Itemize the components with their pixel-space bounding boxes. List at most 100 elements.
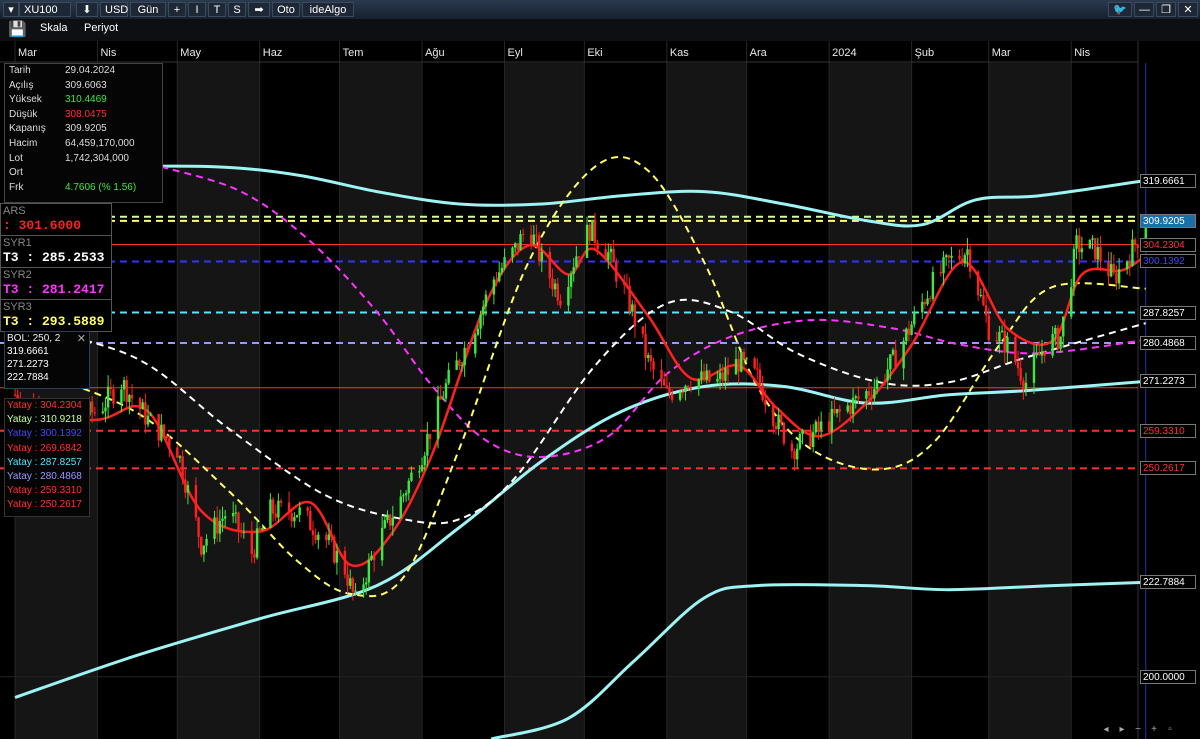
candle-body[interactable] (588, 224, 591, 241)
candle-body[interactable] (516, 243, 520, 251)
candle-body[interactable] (745, 358, 748, 360)
candle-body[interactable] (386, 514, 389, 521)
candle-body[interactable] (569, 273, 573, 287)
candle-body[interactable] (976, 271, 980, 296)
candle-body[interactable] (1136, 244, 1139, 248)
candle-body[interactable] (327, 534, 331, 541)
candle-body[interactable] (753, 358, 756, 369)
candle-body[interactable] (817, 421, 820, 430)
candle-body[interactable] (184, 479, 187, 493)
auto-button[interactable]: Oto (272, 2, 300, 17)
candle-body[interactable] (649, 355, 653, 362)
candle-body[interactable] (407, 480, 410, 494)
arrow-right-icon[interactable]: ➡ (248, 2, 270, 17)
candle-body[interactable] (567, 286, 570, 306)
candle-body[interactable] (889, 354, 892, 370)
candle-body[interactable] (168, 438, 171, 448)
candle-body[interactable] (1014, 336, 1017, 363)
candle-body[interactable] (293, 517, 296, 522)
candle-body[interactable] (1080, 248, 1084, 253)
candle-body[interactable] (404, 493, 408, 496)
candle-body[interactable] (891, 349, 895, 355)
candle-body[interactable] (383, 520, 387, 528)
candle-body[interactable] (700, 371, 703, 380)
candle-body[interactable] (782, 422, 786, 444)
candle-body[interactable] (109, 386, 112, 390)
candle-body[interactable] (796, 448, 799, 460)
candle-body[interactable] (950, 255, 953, 258)
candle-body[interactable] (1072, 248, 1076, 288)
candle-body[interactable] (1032, 355, 1036, 383)
candle-body[interactable] (684, 385, 687, 392)
candle-body[interactable] (966, 249, 969, 256)
candle-body[interactable] (708, 370, 711, 382)
idealgo-button[interactable]: ideAlgo (302, 2, 354, 17)
candle-body[interactable] (277, 500, 280, 518)
candle-body[interactable] (1062, 316, 1065, 337)
candle-body[interactable] (1093, 238, 1097, 260)
candle-body[interactable] (178, 456, 182, 458)
candle-body[interactable] (761, 384, 764, 401)
candle-body[interactable] (633, 304, 637, 327)
candle-body[interactable] (253, 553, 256, 558)
candle-body[interactable] (13, 394, 17, 396)
candle-body[interactable] (205, 538, 208, 546)
candle-body[interactable] (641, 326, 645, 334)
candle-body[interactable] (846, 405, 849, 412)
ars-legend[interactable]: ARS : 301.6000 (0, 203, 112, 236)
candle-body[interactable] (1006, 336, 1009, 353)
candle-body[interactable] (250, 532, 253, 554)
candle-body[interactable] (1059, 336, 1062, 349)
candle-body[interactable] (660, 369, 663, 380)
candle-body[interactable] (670, 393, 674, 400)
candle-body[interactable] (678, 391, 682, 400)
candle-body[interactable] (141, 402, 144, 410)
candle-body[interactable] (702, 371, 706, 381)
candle-body[interactable] (160, 424, 163, 441)
candle-body[interactable] (104, 407, 107, 412)
symbol-selector[interactable]: XU100 (19, 2, 71, 17)
candle-body[interactable] (851, 397, 855, 415)
candle-body[interactable] (535, 234, 538, 236)
candle-body[interactable] (1131, 239, 1134, 266)
candle-body[interactable] (242, 532, 246, 534)
candle-body[interactable] (875, 379, 879, 389)
candle-body[interactable] (157, 414, 160, 441)
candle-body[interactable] (591, 220, 594, 241)
candle-body[interactable] (343, 550, 347, 575)
candle-body[interactable] (287, 502, 291, 513)
candle-body[interactable] (774, 426, 778, 430)
candle-body[interactable] (556, 283, 559, 301)
candle-body[interactable] (724, 368, 727, 381)
candle-body[interactable] (130, 395, 134, 399)
candle-body[interactable] (482, 306, 485, 315)
candle-body[interactable] (444, 383, 448, 399)
candle-body[interactable] (500, 267, 504, 273)
candle-body[interactable] (995, 340, 998, 342)
candle-body[interactable] (905, 328, 908, 342)
candle-body[interactable] (269, 499, 272, 528)
candle-body[interactable] (309, 510, 312, 531)
candle-body[interactable] (718, 372, 722, 379)
candle-body[interactable] (335, 550, 339, 563)
save-icon[interactable]: 💾 (8, 20, 27, 38)
candle-body[interactable] (93, 412, 97, 414)
candle-body[interactable] (984, 305, 988, 316)
candle-body[interactable] (585, 224, 589, 258)
candle-body[interactable] (146, 415, 150, 425)
candle-body[interactable] (380, 527, 384, 561)
candle-body[interactable] (838, 409, 841, 412)
candle-body[interactable] (162, 424, 166, 436)
candle-body[interactable] (867, 391, 871, 396)
nav-left-icon[interactable]: ◂ (1100, 724, 1112, 736)
candle-body[interactable] (814, 421, 818, 433)
candle-body[interactable] (202, 545, 206, 555)
candle-body[interactable] (325, 534, 328, 541)
candle-body[interactable] (615, 262, 618, 282)
candle-body[interactable] (261, 527, 264, 531)
candle-body[interactable] (623, 281, 626, 285)
tools-button[interactable]: T (208, 2, 226, 17)
candle-body[interactable] (364, 582, 368, 585)
candle-body[interactable] (537, 235, 541, 262)
candle-body[interactable] (492, 279, 496, 295)
